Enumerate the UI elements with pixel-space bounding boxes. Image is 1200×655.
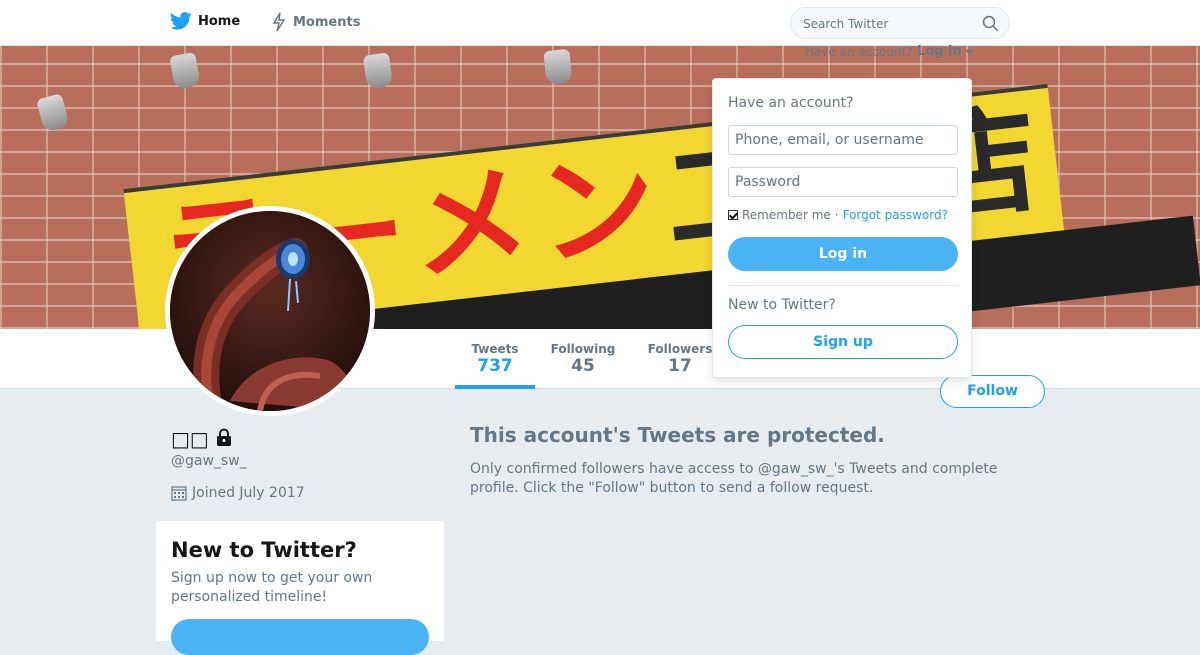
caret-down-icon [964, 49, 973, 54]
login-toggle-label: Log in [917, 44, 962, 59]
stat-followers-value: 17 [668, 356, 692, 376]
joined-text: Joined July 2017 [192, 485, 305, 501]
follow-button[interactable]: Follow [940, 375, 1045, 408]
signup-button[interactable]: Sign up [728, 325, 958, 359]
top-navigation-bar: Home Moments [0, 0, 1200, 46]
stat-followers-label: Followers [647, 342, 713, 356]
forgot-password-link[interactable]: Forgot password? [843, 208, 948, 222]
have-account-text: Have an account? [805, 45, 913, 59]
stat-followers[interactable]: Followers 17 [645, 342, 715, 376]
login-button[interactable]: Log in [728, 237, 958, 271]
search-input[interactable] [803, 15, 973, 32]
profile-name-text: □□ [171, 427, 209, 451]
stat-following-label: Following [550, 342, 616, 356]
stat-tweets-label: Tweets [471, 342, 519, 356]
search-box [790, 7, 1010, 39]
stat-following-value: 45 [571, 356, 595, 376]
login-dropdown: Have an account? Remember me · Forgot pa… [712, 78, 972, 378]
protected-title: This account's Tweets are protected. [470, 423, 885, 447]
lock-icon [215, 427, 233, 451]
new-to-twitter-text: New to Twitter? [728, 297, 836, 313]
nav-moments[interactable]: Moments [271, 12, 360, 32]
signup-card-button[interactable] [171, 619, 429, 655]
nav-moments-label: Moments [293, 14, 361, 30]
lamp [543, 48, 573, 86]
login-dropdown-toggle[interactable]: Log in [917, 44, 973, 59]
twitter-bird-icon [170, 12, 192, 30]
signup-card: New to Twitter? Sign up now to get your … [156, 521, 444, 655]
profile-name: □□ [171, 427, 233, 451]
stat-tweets[interactable]: Tweets 737 [465, 342, 525, 376]
stat-following[interactable]: Following 45 [548, 342, 618, 376]
dropdown-title: Have an account? [728, 95, 854, 111]
active-tab-underline [455, 385, 535, 389]
nav-home-label: Home [198, 13, 241, 29]
separator-dot: · [834, 208, 839, 222]
nav-home[interactable]: Home [170, 12, 240, 30]
username-field[interactable] [728, 125, 958, 155]
remember-row: Remember me · Forgot password? [728, 208, 948, 222]
joined-date: Joined July 2017 [171, 485, 305, 501]
screen-name[interactable]: @gaw_sw_ [171, 453, 247, 469]
signup-card-body: Sign up now to get your own personalized… [171, 570, 373, 605]
password-field[interactable] [728, 167, 958, 197]
remember-me-label: Remember me [742, 208, 831, 222]
calendar-icon [171, 486, 187, 501]
protected-body: Only confirmed followers have access to … [470, 461, 998, 496]
stat-tweets-value: 737 [477, 356, 513, 376]
signup-card-title: New to Twitter? [171, 538, 357, 562]
search-icon[interactable] [982, 15, 999, 32]
avatar-image [170, 211, 370, 411]
remember-me-checkbox[interactable] [728, 210, 738, 220]
divider [728, 285, 958, 286]
lightning-icon [272, 12, 286, 32]
avatar[interactable] [165, 206, 375, 416]
